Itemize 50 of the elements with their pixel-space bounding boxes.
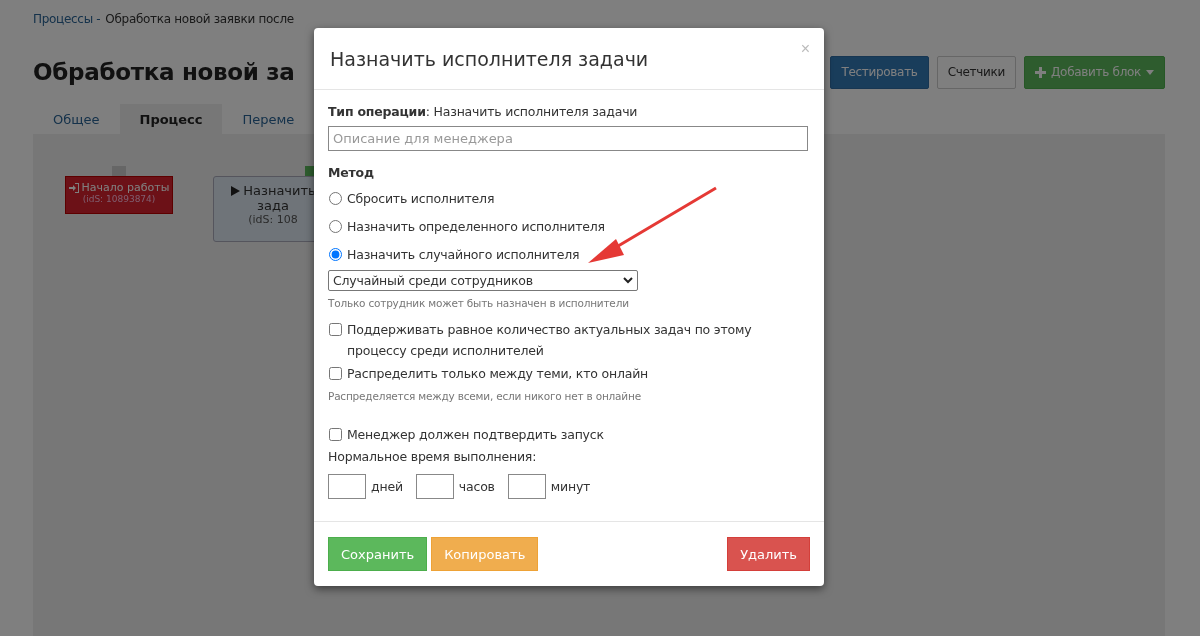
caret-icon	[1146, 69, 1154, 75]
hint-text: Распределяется между всеми, если никого нет в онлайне	[328, 390, 642, 402]
checkbox[interactable]	[329, 367, 342, 380]
counters-button[interactable]: Счетчики	[936, 55, 1016, 89]
time-unit: дней	[371, 479, 403, 494]
tab[interactable]: Переме	[222, 104, 315, 134]
test-button[interactable]: Тестировать	[830, 55, 929, 89]
page-title: Обработка новой за	[33, 59, 295, 85]
dialog-title: Назначить исполнителя задачи	[330, 47, 649, 70]
radio-label: Сбросить исполнителя	[347, 190, 495, 206]
node-port[interactable]	[112, 166, 126, 176]
sign-in-icon	[68, 182, 79, 193]
radio-label: Назначить определенного исполнителя	[347, 218, 605, 234]
start-node[interactable]: Начало работы (idS: 10893874)	[65, 176, 173, 214]
checkbox[interactable]	[329, 323, 342, 336]
checkbox-label: Менеджер должен подтвердить запуск	[347, 426, 604, 444]
save-button[interactable]: Сохранить	[328, 537, 428, 571]
tab[interactable]: Общее	[33, 104, 120, 134]
close-button[interactable]: ×	[800, 40, 810, 58]
radio-button[interactable]	[329, 247, 342, 261]
radio-button[interactable]	[329, 219, 342, 233]
add-block-button[interactable]: Добавить блок	[1024, 55, 1165, 89]
play-icon	[230, 185, 241, 196]
node-title: Начало работы	[81, 181, 170, 194]
node-id: (idS: 108	[247, 213, 299, 226]
checkbox-label: Поддерживать равное количество актуальных задач по этому процессу среди исполнителей	[347, 321, 753, 360]
time-input[interactable]	[507, 474, 546, 499]
delete-button[interactable]: Удалить	[727, 537, 810, 571]
time-input[interactable]	[328, 474, 366, 499]
time-label: Нормальное время выполнения:	[328, 449, 538, 464]
time-unit: минут	[550, 479, 591, 494]
operation-type-text: Тип операции: Назначить исполнителя задачи	[328, 104, 639, 119]
plus-icon	[1035, 66, 1046, 78]
hint-text: Только сотрудник может быть назначен в исполнители	[328, 297, 630, 309]
breadcrumb-link[interactable]: Процессы -	[33, 12, 101, 26]
breadcrumb-current: Обработка новой заявки после	[105, 12, 294, 26]
copy-button[interactable]: Копировать	[431, 537, 539, 571]
checkbox-label: Распределить только между теми, кто онлайн	[347, 365, 649, 383]
radio-button[interactable]	[329, 191, 342, 205]
random-mode-select[interactable]: Случайный среди сотрудников	[328, 270, 638, 291]
description-field[interactable]: Описание для менеджера	[328, 126, 808, 151]
time-unit: часов	[458, 479, 495, 494]
tab[interactable]: Процесс	[119, 104, 223, 134]
node-title: Назначить	[243, 183, 316, 198]
checkbox[interactable]	[329, 428, 342, 441]
node-id: (idS: 10893874)	[81, 194, 157, 204]
chevron-down-icon	[623, 277, 633, 284]
time-input[interactable]	[415, 474, 454, 499]
radio-label: Назначить случайного исполнителя	[347, 246, 580, 262]
node-title: зада	[256, 198, 290, 213]
